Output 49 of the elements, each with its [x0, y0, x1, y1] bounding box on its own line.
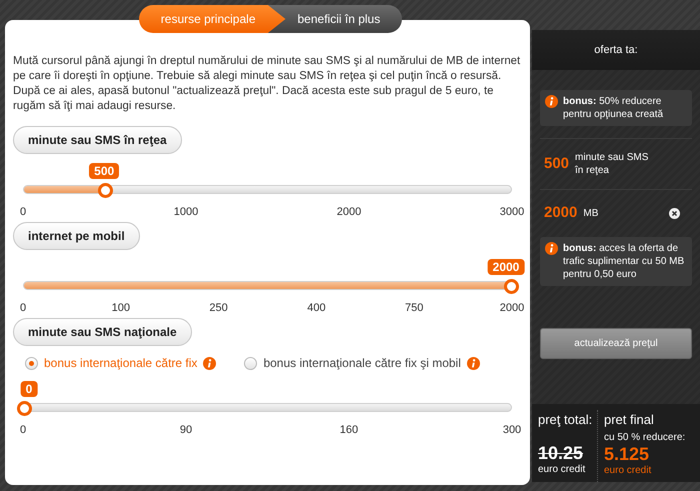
- update-price-button[interactable]: actualizează preţul: [540, 328, 692, 358]
- section-button[interactable]: internet pe mobil: [13, 222, 140, 250]
- resource-unit: MB: [583, 206, 600, 220]
- tick-label: 2000: [500, 301, 524, 316]
- price-unit: euro credit: [538, 463, 586, 477]
- tick-label: 90: [180, 423, 192, 438]
- price-label: preţ total:: [538, 411, 593, 429]
- info-icon: [466, 356, 480, 370]
- tick-label: 400: [307, 301, 326, 316]
- slider-thumb[interactable]: [98, 183, 113, 198]
- value-bubble: 500: [89, 163, 120, 179]
- section-button[interactable]: minute sau SMS naţionale: [13, 318, 192, 346]
- tick-label: 100: [112, 301, 130, 316]
- tick-label: 0: [20, 205, 26, 220]
- tick-label: 1000: [174, 205, 198, 220]
- intro-text: Mută cursorul până ajungi în dreptul numărului de minute sau SMS şi al numărului de MB de internet pe care îi doreşti în opţiune. Trebuie să alegi minute sau SMS în reţea şi cel puţin încă o resursă. După ce ai ales, apasă butonul "actualizează preţul". Dacă acesta este sub pragul de 5 euro, te rugăm să îţi mai adaugi resurse.: [13, 54, 522, 114]
- total-price: 10.25: [538, 444, 584, 462]
- radio-button[interactable]: [25, 356, 38, 370]
- bonus-text: bonus: acces la oferta de trafic suplimentar cu 50 MB pentru 0,50 euro: [563, 242, 686, 280]
- option-label: bonus internaţionale către fix: [44, 355, 198, 372]
- slider-thumb[interactable]: [504, 279, 519, 294]
- tick-label: 250: [209, 301, 228, 316]
- info-icon: [545, 95, 558, 108]
- final-price: 5.125: [604, 444, 650, 462]
- tick-label: 300: [502, 423, 522, 438]
- discount-label: cu 50 % reducere:: [604, 430, 686, 444]
- info-icon: [545, 242, 558, 254]
- tick-label: 2000: [336, 205, 362, 220]
- offer-title: oferta ta:: [594, 42, 638, 58]
- tick-label: 750: [405, 301, 424, 316]
- tick-label: 3000: [500, 205, 524, 220]
- price-label: pret final: [604, 411, 655, 429]
- tick-label: 0: [20, 423, 26, 438]
- option-label: bonus internaţionale către fix şi mobil: [263, 355, 461, 372]
- slider-thumb[interactable]: [17, 401, 32, 416]
- resource-unit: minute sau SMS în reţea: [575, 151, 650, 177]
- tick-label: 0: [20, 301, 26, 316]
- tab[interactable]: beneficii în plus: [268, 5, 402, 33]
- tick-label: 160: [340, 423, 358, 438]
- value-bubble: 0: [20, 381, 38, 397]
- radio-button[interactable]: [244, 356, 258, 370]
- section-button[interactable]: minute sau SMS în reţea: [13, 126, 182, 154]
- info-icon: [203, 356, 216, 370]
- price-unit: euro credit: [604, 464, 652, 478]
- close-icon[interactable]: [669, 208, 680, 219]
- value-bubble: 2000: [488, 259, 524, 275]
- resource-amount: 500: [544, 154, 570, 174]
- bonus-text: bonus: 50% reducere pentru opţiunea creată: [563, 95, 664, 121]
- resource-amount: 2000: [544, 203, 578, 223]
